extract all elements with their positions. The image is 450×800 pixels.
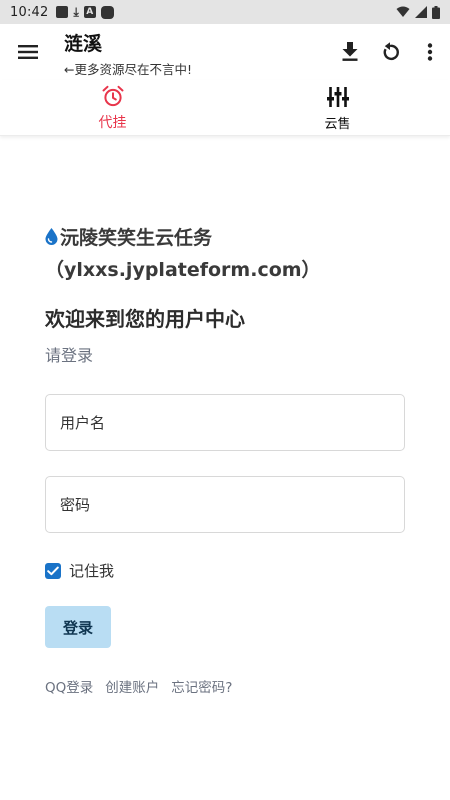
refresh-icon: [383, 42, 399, 61]
hamburger-menu-icon: [18, 45, 38, 59]
login-button[interactable]: 登录: [45, 606, 111, 648]
site-title-text: 沅陵笑笑生云任务（ylxxs.jyplateform.com）: [45, 227, 321, 281]
tab-daigua[interactable]: 代挂: [0, 80, 225, 136]
notification-square-icon: [56, 6, 69, 18]
qq-login-link[interactable]: QQ登录: [45, 676, 93, 696]
login-prompt: 请登录: [45, 346, 94, 365]
status-time: 10:42: [10, 4, 49, 20]
app-subtitle: ←更多资源尽在不言中!: [64, 62, 192, 77]
remember-me-checkbox[interactable]: 记住我: [45, 560, 114, 581]
status-bar: 10:42 ⤓ A: [0, 0, 450, 24]
remember-me-label: 记住我: [69, 562, 115, 580]
sliders-icon: [326, 86, 349, 107]
username-input[interactable]: [45, 394, 405, 451]
water-drop-icon: [45, 228, 58, 245]
tab-label: 云售: [324, 116, 351, 132]
a-notification-icon: A: [83, 6, 96, 18]
menu-button[interactable]: [14, 38, 42, 66]
download-notification-icon: ⤓: [73, 5, 79, 19]
signal-icon: [415, 6, 427, 18]
more-options-button[interactable]: [416, 38, 444, 66]
alarm-clock-icon: [102, 85, 123, 107]
site-title: 沅陵笑笑生云任务（ylxxs.jyplateform.com）: [45, 222, 405, 286]
wifi-icon: [396, 6, 410, 17]
forgot-password-link[interactable]: 忘记密码?: [171, 676, 232, 696]
notification-icons: ⤓ A: [56, 5, 114, 19]
refresh-button[interactable]: [376, 38, 404, 66]
app-title: 涟溪: [64, 33, 103, 55]
download-icon: [342, 42, 358, 61]
tab-yunshou[interactable]: 云售: [225, 80, 450, 136]
password-input[interactable]: [45, 476, 405, 533]
app-bar: 涟溪 ←更多资源尽在不言中!: [0, 24, 450, 80]
create-account-link[interactable]: 创建账户: [105, 676, 159, 696]
tab-bar: 代挂 云售: [0, 80, 450, 136]
tab-icon-wrap: [101, 84, 125, 108]
welcome-heading: 欢迎来到您的用户中心: [45, 307, 245, 331]
checkbox-checked-icon[interactable]: [45, 562, 61, 579]
battery-icon: [432, 5, 440, 19]
tab-label: 代挂: [98, 115, 127, 131]
login-links: QQ登录 创建账户 忘记密码?: [45, 676, 232, 696]
download-button[interactable]: [336, 38, 364, 66]
system-icons: [396, 5, 440, 19]
more-vert-icon: [427, 43, 433, 61]
app-notification-icon: [100, 5, 114, 19]
tab-icon-wrap: [326, 85, 350, 109]
